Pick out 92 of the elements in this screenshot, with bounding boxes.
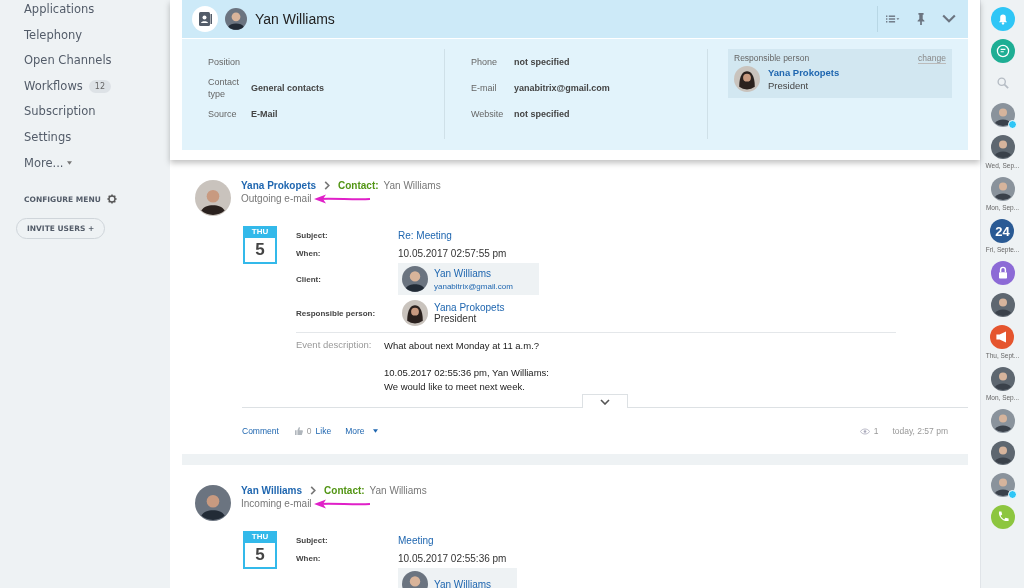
comment-link[interactable]: Comment — [242, 426, 279, 436]
lock-icon[interactable] — [990, 261, 1015, 285]
day-number: 5 — [254, 239, 266, 261]
chat-icon[interactable] — [990, 39, 1015, 63]
description-text: What about next Monday at 11 a.m.? — [384, 339, 541, 353]
chevron-down-icon — [600, 398, 610, 405]
field-label: Subject: — [296, 535, 329, 545]
description-text: 10.05.2017 02:55:36 pm, Yan Williams: — [384, 366, 549, 380]
avatar-icon[interactable] — [990, 293, 1015, 317]
field-value: 10.05.2017 02:57:55 pm — [398, 247, 507, 259]
field-label: Source — [208, 108, 238, 120]
field-label: Phone — [471, 56, 499, 68]
subject-link[interactable]: Re: Meeting — [398, 229, 452, 241]
sidebar-item[interactable]: Workflows 12 — [24, 73, 170, 100]
sidebar-item[interactable]: Applications — [24, 0, 170, 23]
chevron-right-icon — [310, 486, 317, 495]
panel-title: Responsible person — [734, 53, 810, 64]
like-link[interactable]: Like — [315, 426, 332, 436]
sidebar-item[interactable]: Telephony — [24, 22, 170, 49]
field-value: not specified — [514, 57, 570, 67]
field-label: Responsible person: — [296, 308, 377, 318]
sidebar-item[interactable]: More... — [24, 150, 170, 177]
avatar-icon — [402, 266, 428, 292]
activity-type: Incoming e-mail — [241, 498, 312, 509]
day-number: 5 — [254, 544, 266, 566]
gear-icon[interactable] — [106, 194, 117, 205]
author-link[interactable]: Yana Prokopets — [241, 180, 317, 191]
avatar-icon — [734, 66, 760, 92]
like-count: 0 — [306, 426, 312, 436]
author-link[interactable]: Yan Williams — [241, 485, 303, 496]
avatar-icon[interactable] — [990, 473, 1015, 497]
sidebar-item[interactable]: Subscription — [24, 99, 170, 125]
view-count: 1 — [873, 426, 879, 436]
client-name-link[interactable]: Yan Williams — [434, 267, 513, 279]
contact-name: Yan Williams — [255, 11, 335, 27]
subject-link[interactable]: Meeting — [398, 534, 434, 546]
weekday: THU — [245, 226, 275, 238]
avatar-icon — [195, 485, 231, 521]
person-role: President — [434, 313, 477, 324]
weekday: THU — [245, 531, 275, 543]
field-label: Subject: — [296, 230, 329, 240]
field-label: Client: — [296, 274, 322, 284]
client-name-link[interactable]: Yan Williams — [434, 578, 492, 588]
contact-name: Yan Williams — [383, 180, 441, 191]
contact-name: Yan Williams — [369, 485, 427, 496]
field-label: Contact type — [208, 76, 241, 100]
field-label: When: — [296, 553, 322, 563]
avatar-icon[interactable] — [990, 409, 1015, 433]
field-value: not specified — [514, 109, 570, 119]
field-value: E-Mail — [251, 109, 278, 119]
chevron-right-icon — [324, 181, 331, 190]
field-label: Website — [471, 108, 505, 120]
arrow-drawing — [313, 193, 370, 204]
list-view-icon[interactable] — [886, 13, 900, 25]
eye-icon — [859, 427, 870, 435]
field-value: General contacts — [251, 83, 325, 93]
avatar-icon[interactable] — [990, 177, 1015, 201]
arrow-drawing — [313, 498, 370, 509]
expand-button[interactable] — [582, 394, 628, 408]
avatar-icon — [195, 180, 231, 216]
sidebar-item[interactable]: Open Channels — [24, 48, 170, 74]
description-text: We would like to meet next week. — [384, 380, 526, 394]
caret-icon — [372, 429, 378, 433]
avatar-icon — [402, 300, 428, 326]
thumbs-up-icon — [294, 427, 303, 435]
field-label: Event description: — [296, 339, 373, 352]
sidebar-item[interactable]: Settings — [24, 124, 170, 151]
chevron-down-icon[interactable] — [942, 13, 956, 25]
avatar-icon[interactable] — [990, 103, 1015, 127]
field-label: E-mail — [471, 82, 498, 94]
avatar-icon — [225, 8, 247, 30]
person-name-link[interactable]: Yana Prokopets — [434, 302, 505, 313]
person-name-link[interactable]: Yana Prokopets — [768, 67, 840, 78]
field-value: 10.05.2017 02:55:36 pm — [398, 552, 507, 564]
avatar-icon[interactable] — [990, 441, 1015, 465]
timestamp: today, 2:57 pm — [892, 426, 948, 436]
contact-book-icon — [192, 6, 218, 32]
contact-label: Contact: — [338, 180, 379, 191]
megaphone-icon[interactable] — [990, 325, 1015, 349]
caret-icon — [67, 161, 73, 166]
activity-type: Outgoing e-mail — [241, 193, 312, 204]
contact-label: Contact: — [324, 485, 365, 496]
avatar-icon[interactable] — [990, 135, 1015, 159]
field-value: yanabitrix@gmail.com — [514, 83, 610, 93]
field-label: Position — [208, 56, 242, 68]
avatar-icon[interactable] — [990, 367, 1015, 391]
person-role: President — [768, 80, 810, 91]
field-label: When: — [296, 248, 322, 258]
count-badge: 12 — [88, 80, 111, 94]
group-chat-button[interactable]: 24 — [990, 219, 1015, 243]
client-email-link[interactable]: yanabitrix@gmail.com — [434, 281, 513, 291]
more-link[interactable]: More — [345, 426, 365, 436]
